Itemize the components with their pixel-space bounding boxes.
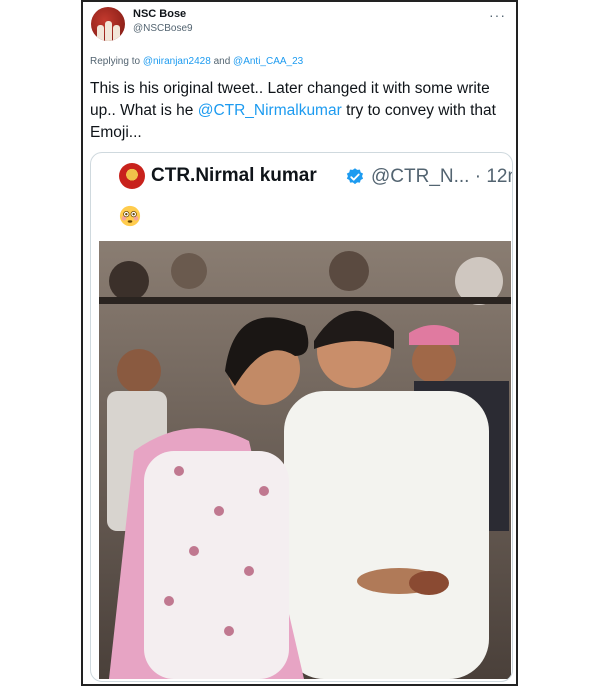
verified-badge-icon (346, 168, 364, 185)
author-avatar[interactable] (91, 7, 125, 41)
quoted-tweet[interactable]: CTR.Nirmal kumar @CTR_N... · 12m (90, 152, 513, 682)
replying-to-line: Replying to @niranjan2428 and @Anti_CAA_… (90, 56, 303, 67)
quoted-author-avatar[interactable] (119, 163, 145, 189)
quoted-author-handle[interactable]: @CTR_N... · 12m (371, 166, 512, 188)
replying-to-label: Replying to (90, 56, 141, 67)
tweet-text: This is his original tweet.. Later chang… (90, 78, 510, 144)
quoted-photo[interactable] (99, 241, 511, 679)
replying-mention-2[interactable]: @Anti_CAA_23 (233, 56, 303, 67)
replying-mention-1[interactable]: @niranjan2428 (143, 56, 211, 67)
author-handle[interactable]: @NSCBose9 (133, 23, 193, 34)
more-options-icon[interactable]: ··· (489, 7, 506, 23)
replying-and-label: and (213, 56, 231, 67)
quoted-author-name[interactable]: CTR.Nirmal kumar (151, 165, 317, 187)
tweet-mention-link[interactable]: @CTR_Nirmalkumar (198, 102, 342, 119)
flushed-face-emoji-icon (119, 205, 141, 227)
tweet-card: NSC Bose @NSCBose9 ··· Replying to @nira… (81, 0, 518, 686)
author-name[interactable]: NSC Bose (133, 8, 186, 20)
